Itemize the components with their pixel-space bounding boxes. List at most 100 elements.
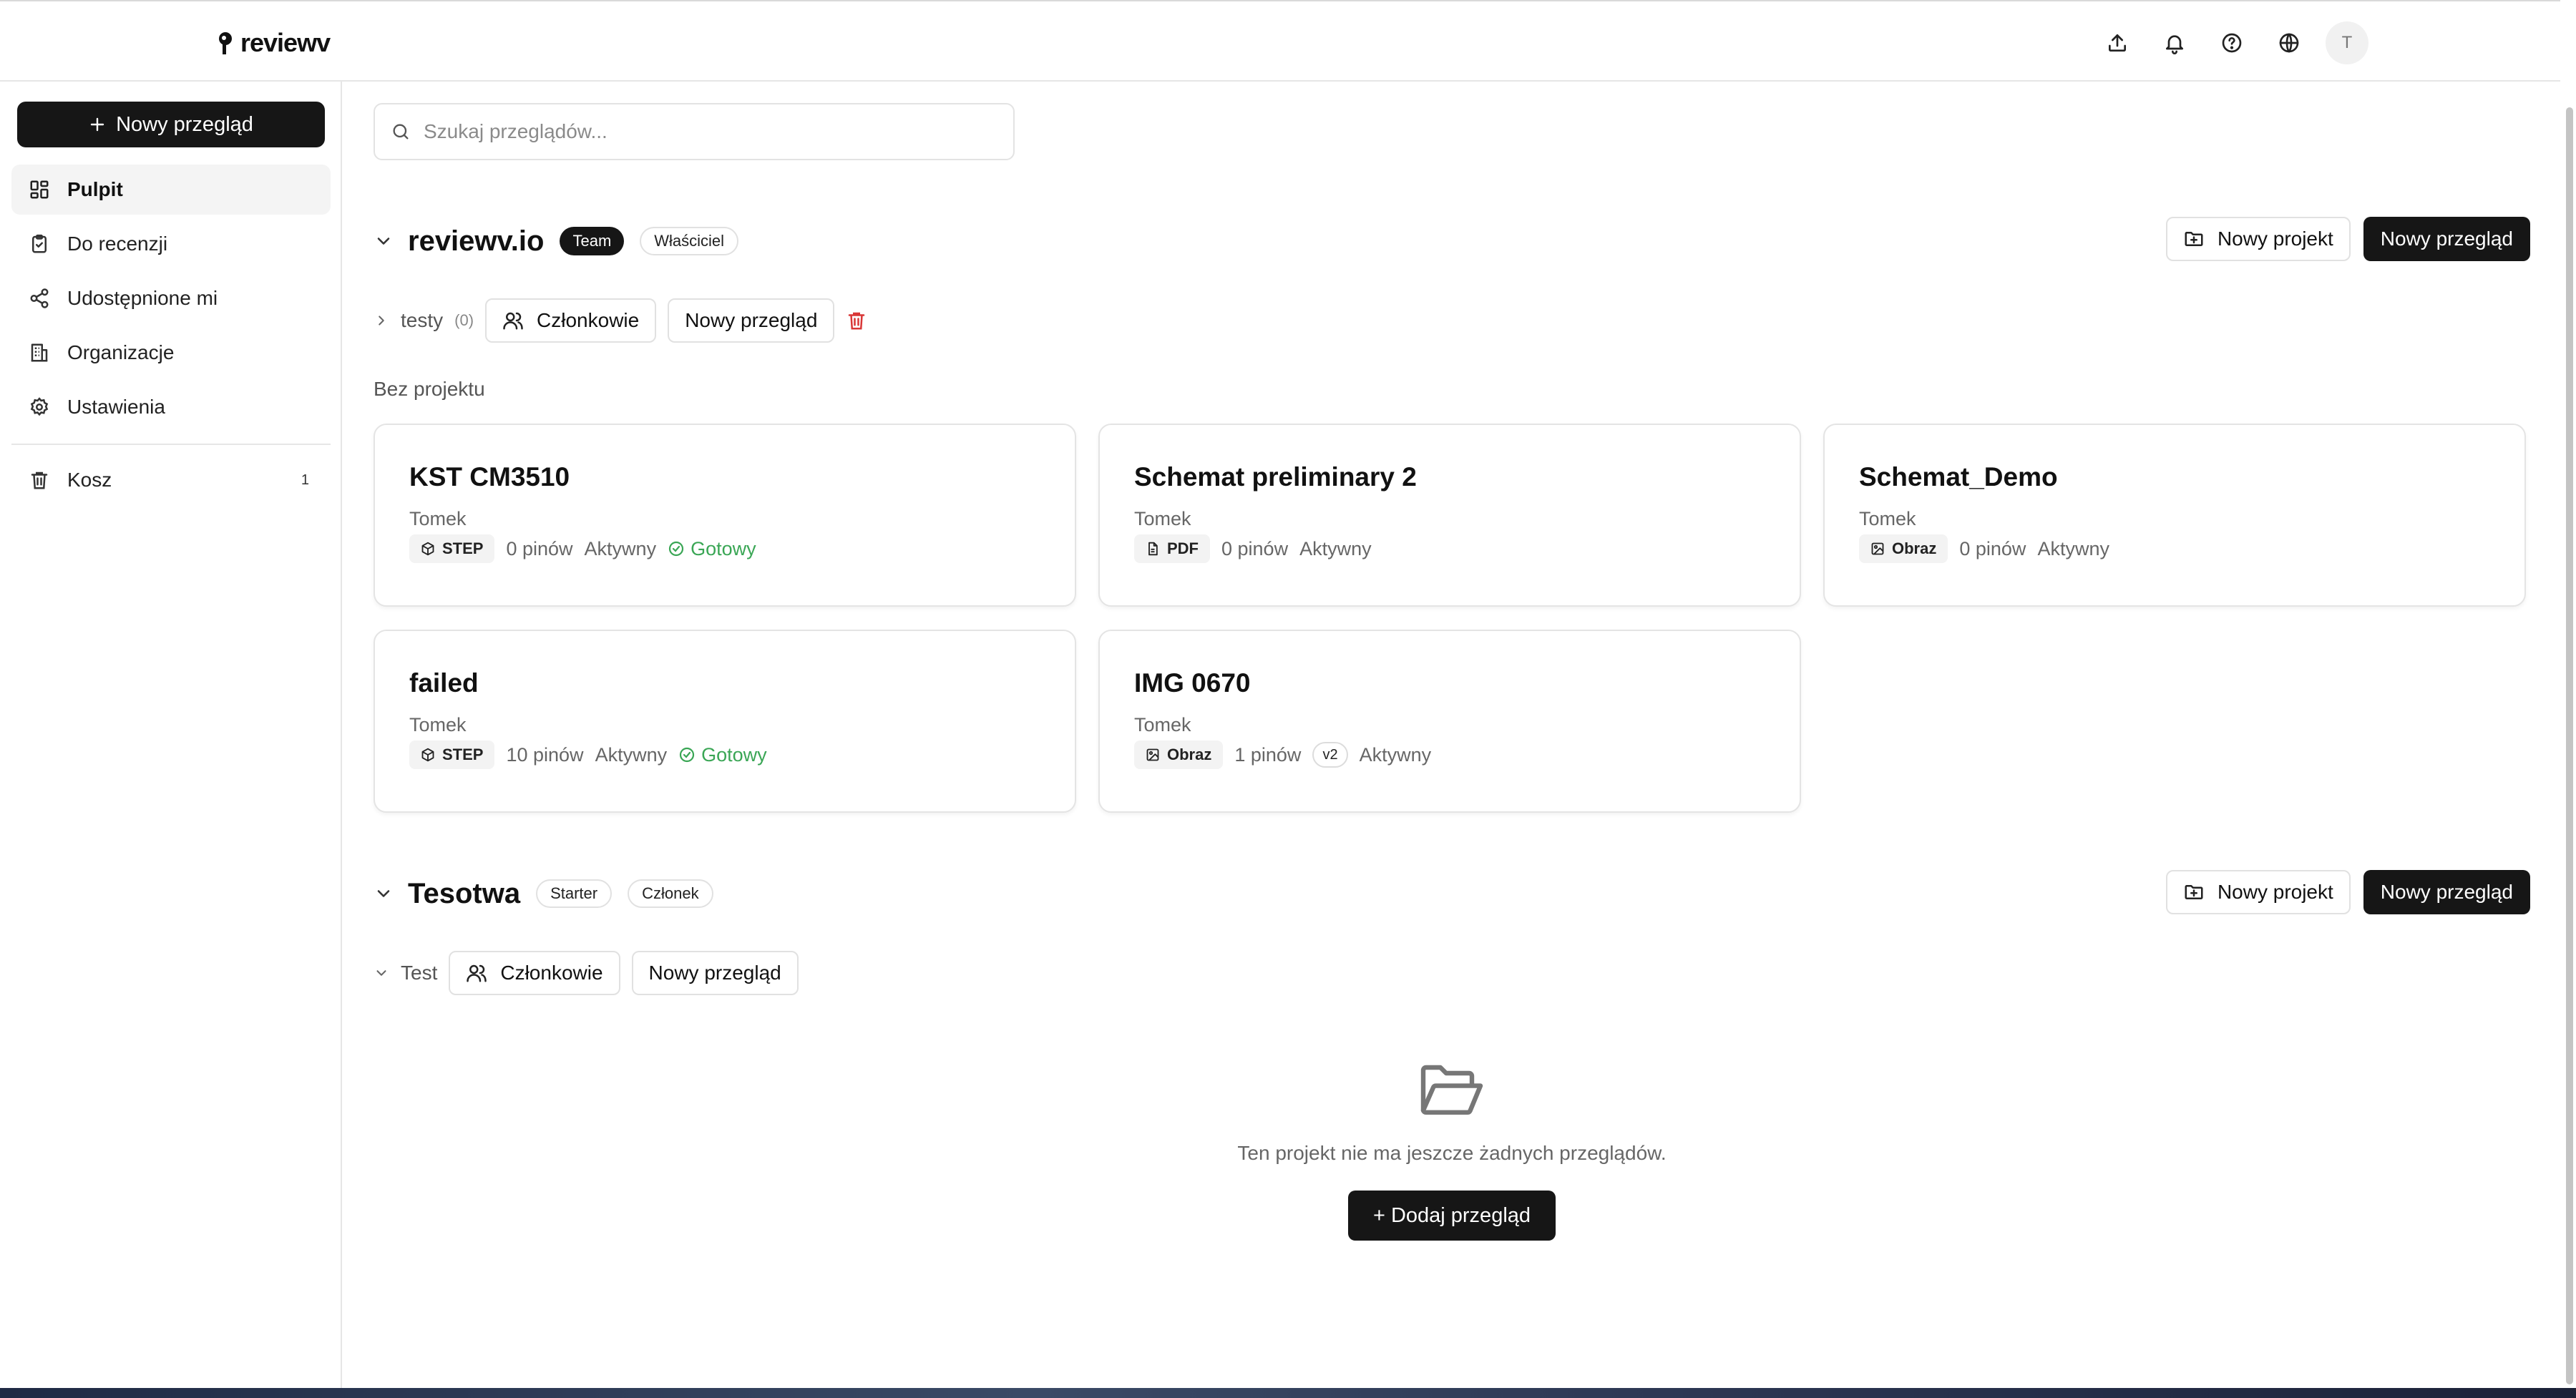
sidebar-item-trash[interactable]: Kosz 1: [11, 455, 331, 505]
members-label: Członkowie: [537, 309, 640, 331]
org-actions: Nowy projekt Nowy przegląd: [2165, 870, 2530, 914]
gear-icon: [30, 397, 49, 416]
type-label: STEP: [442, 746, 484, 763]
help-icon[interactable]: [2211, 22, 2253, 64]
role-badge: Członek: [628, 879, 713, 908]
new-review-label: Nowy przegląd: [2380, 881, 2513, 903]
plus-icon: [90, 117, 104, 132]
top-actions: T: [2097, 21, 2368, 64]
org-new-review-button[interactable]: Nowy przegląd: [2363, 217, 2530, 261]
sidebar-item-label: Organizacje: [67, 341, 175, 363]
card-title: Schemat_Demo: [1859, 462, 2058, 492]
type-label: STEP: [442, 539, 484, 557]
type-chip: STEP: [409, 740, 495, 769]
folder-plus-icon: [2185, 232, 2203, 246]
new-project-button[interactable]: Nowy projekt: [2165, 217, 2351, 261]
type-chip: STEP: [409, 534, 495, 563]
members-button[interactable]: Członkowie: [449, 951, 620, 995]
delete-project-icon[interactable]: [846, 310, 867, 331]
logo[interactable]: reviewv: [215, 28, 331, 57]
status-text: Aktywny: [595, 743, 668, 766]
upload-icon[interactable]: [2097, 22, 2138, 64]
sidebar-item-settings[interactable]: Ustawienia: [11, 382, 331, 432]
users-icon: [467, 964, 487, 982]
chevron-down-icon[interactable]: [374, 965, 389, 981]
org-name: Tesotwa: [408, 877, 521, 909]
card-owner: Tomek: [1859, 508, 1916, 529]
check-circle-icon: [679, 747, 695, 763]
chevron-right-icon[interactable]: [374, 313, 389, 328]
trash-count-badge: 1: [301, 471, 309, 488]
card-title: failed: [409, 668, 479, 698]
new-review-label: Nowy przegląd: [116, 112, 253, 136]
sidebar-item-label: Udostępnione mi: [67, 287, 218, 309]
bell-icon[interactable]: [2154, 22, 2195, 64]
new-project-label: Nowy projekt: [2217, 881, 2333, 903]
new-project-button[interactable]: Nowy projekt: [2165, 870, 2351, 914]
check-circle-icon: [668, 541, 684, 557]
sidebar-item-dashboard[interactable]: Pulpit: [11, 165, 331, 215]
plan-badge: Team: [560, 227, 625, 255]
pins-count: 0 pinów: [506, 537, 573, 559]
ready-label: Gotowy: [701, 743, 767, 766]
building-icon: [31, 343, 48, 362]
project-name[interactable]: Test: [401, 962, 437, 984]
cube-icon: [421, 748, 434, 762]
role-badge: Właściciel: [640, 227, 739, 255]
new-review-label: Nowy przegląd: [685, 309, 818, 331]
card-title: KST CM3510: [409, 462, 570, 492]
scroll-thumb[interactable]: [2566, 107, 2573, 1384]
desktop-background: [0, 1388, 2576, 1398]
org-header: reviewv.io Team Właściciel: [374, 220, 754, 263]
project-row: Test Członkowie Nowy przegląd: [374, 949, 799, 997]
review-card[interactable]: Schemat_Demo Tomek Obraz 0 pinów Aktywny: [1823, 424, 2526, 607]
chevron-down-icon[interactable]: [374, 231, 394, 251]
main-content: reviewv.io Team Właściciel Nowy projekt …: [343, 82, 2560, 1388]
avatar[interactable]: T: [2326, 21, 2368, 64]
card-meta: Obraz 1 pinów v2 Aktywny: [1134, 740, 1800, 769]
logo-text: reviewv: [240, 28, 331, 57]
sidebar-item-label: Pulpit: [67, 178, 123, 200]
scrollbar[interactable]: [2560, 0, 2576, 1398]
card-title: IMG 0670: [1134, 668, 1251, 698]
org-name: reviewv.io: [408, 225, 545, 257]
card-meta: Obraz 0 pinów Aktywny: [1859, 534, 2524, 563]
chevron-down-icon[interactable]: [374, 884, 394, 904]
card-owner: Tomek: [1134, 714, 1191, 735]
review-card[interactable]: failed Tomek STEP 10 pinów Aktywny Gotow…: [374, 630, 1076, 813]
globe-icon[interactable]: [2268, 22, 2310, 64]
project-row: testy (0) Członkowie Nowy przegląd: [374, 297, 867, 344]
org-actions: Nowy projekt Nowy przegląd: [2165, 217, 2530, 261]
org-new-review-button[interactable]: Nowy przegląd: [2363, 870, 2530, 914]
folder-open-icon: [1420, 1065, 1483, 1115]
clipboard-icon: [32, 234, 47, 253]
review-card[interactable]: KST CM3510 Tomek STEP 0 pinów Aktywny Go…: [374, 424, 1076, 607]
empty-text: Ten projekt nie ma jeszcze żadnych przeg…: [1237, 1142, 1667, 1164]
share-icon: [30, 288, 49, 308]
ready-status: Gotowy: [668, 538, 756, 560]
card-title: Schemat preliminary 2: [1134, 462, 1417, 492]
section-label: Bez projektu: [374, 378, 485, 400]
status-text: Aktywny: [2037, 537, 2109, 559]
search-input[interactable]: [424, 120, 982, 143]
sidebar-new-review-button[interactable]: Nowy przegląd: [17, 102, 325, 147]
trash-icon: [31, 471, 48, 489]
sidebar-item-to-review[interactable]: Do recenzji: [11, 219, 331, 269]
add-review-button[interactable]: + Dodaj przegląd: [1348, 1191, 1556, 1241]
sidebar-item-organizations[interactable]: Organizacje: [11, 328, 331, 378]
project-name[interactable]: testy: [401, 309, 443, 332]
review-card[interactable]: Schemat preliminary 2 Tomek PDF 0 pinów …: [1098, 424, 1801, 607]
project-count: (0): [454, 311, 474, 329]
empty-state: Ten projekt nie ma jeszcze żadnych przeg…: [343, 1059, 2560, 1241]
pins-count: 0 pinów: [1221, 537, 1289, 559]
ready-status: Gotowy: [678, 744, 767, 766]
sidebar-item-shared[interactable]: Udostępnione mi: [11, 273, 331, 323]
sidebar-nav: Pulpit Do recenzji Udostępnione mi Organ…: [11, 165, 331, 509]
card-owner: Tomek: [409, 508, 467, 529]
dashboard-icon: [30, 180, 49, 199]
project-new-review-button[interactable]: Nowy przegląd: [631, 951, 799, 995]
project-new-review-button[interactable]: Nowy przegląd: [668, 298, 835, 343]
plan-badge: Starter: [536, 879, 613, 908]
review-card[interactable]: IMG 0670 Tomek Obraz 1 pinów v2 Aktywny: [1098, 630, 1801, 813]
members-button[interactable]: Członkowie: [485, 298, 657, 343]
